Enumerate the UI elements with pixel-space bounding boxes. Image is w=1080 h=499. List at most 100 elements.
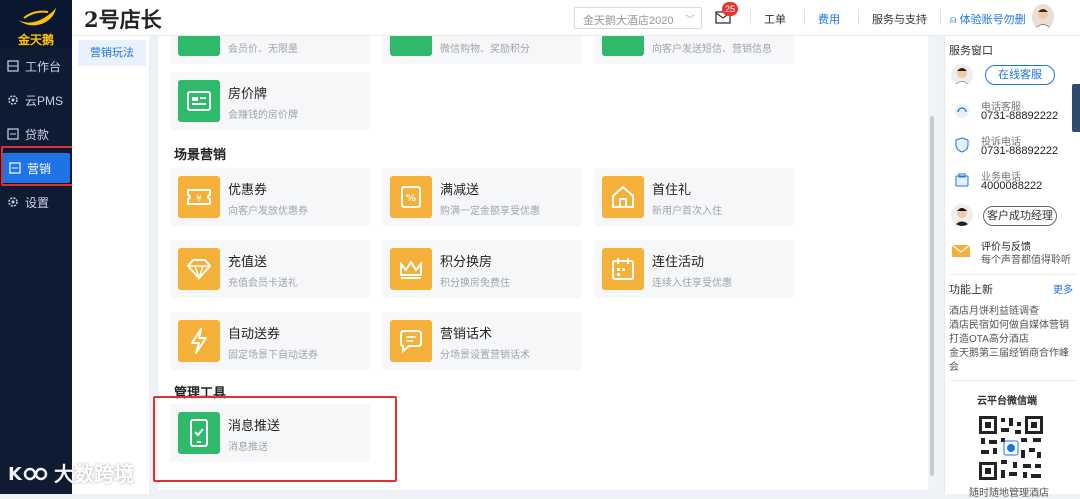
card-desc: 新用户首次入住	[652, 206, 722, 217]
percent-discount-icon: %	[401, 186, 421, 208]
brand-name: 金天鹅	[17, 33, 54, 47]
business-phone-value: 4000088222	[981, 180, 1043, 192]
divider	[949, 380, 1077, 381]
nav-label: 贷款	[25, 127, 50, 142]
link-service-support[interactable]: 服务与支持	[872, 11, 927, 27]
left-nav: 金天鹅 工作台 云PMS 贷款 营销 设置	[0, 0, 72, 494]
card-desc: 购满一定金额享受优惠	[440, 206, 540, 217]
scrollbar-thumb[interactable]	[930, 116, 934, 476]
swan-logo-icon	[18, 8, 56, 26]
svg-text:K: K	[8, 464, 23, 484]
avatar[interactable]	[1032, 4, 1054, 30]
qr-code-image	[977, 414, 1045, 482]
card-partial-2[interactable]: 微信购物、奖励积分	[382, 36, 582, 64]
highlight-box-message-push	[153, 396, 397, 482]
card-icon	[178, 36, 220, 56]
business-phone-icon	[953, 171, 971, 189]
card-recharge[interactable]: 充值送 充值会员卡送礼	[170, 240, 370, 298]
card-desc: 连续入住享受优惠	[652, 278, 732, 289]
news-item[interactable]: 打造OTA高分酒店	[949, 330, 1077, 345]
card-desc: 积分换房免费住	[440, 278, 510, 289]
user-account[interactable]: ⍝ 体验账号勿删	[950, 11, 1026, 27]
divider	[940, 9, 941, 25]
feedback-icon	[951, 242, 971, 260]
news-item[interactable]: 会	[949, 358, 1077, 373]
lightning-icon	[191, 328, 207, 354]
brand-logo[interactable]: 金天鹅	[0, 0, 72, 48]
card-icon-box: ¥	[178, 176, 220, 218]
online-service-button[interactable]: 在线客服	[985, 65, 1055, 85]
card-room-price[interactable]: 房价牌 会赚钱的房价牌	[170, 72, 370, 130]
card-icon	[602, 36, 644, 56]
subnav-item-marketing-play[interactable]: 营销玩法	[78, 40, 146, 66]
panel-collapse-tab[interactable]	[1072, 84, 1080, 132]
diamond-icon	[186, 259, 212, 280]
card-icon	[390, 36, 432, 56]
app-title: 2号店长	[84, 7, 162, 32]
watermark-logo-icon: K	[8, 464, 48, 484]
nav-item-loan[interactable]: 贷款	[0, 119, 72, 149]
watermark: K 大数跨境	[8, 458, 134, 487]
card-icon-box	[178, 248, 220, 290]
card-desc: 充值会员卡送礼	[228, 278, 298, 289]
card-first-stay[interactable]: 首住礼 新用户首次入住	[594, 168, 794, 226]
news-item[interactable]: 金天鹅第三届经销商合作峰	[949, 344, 1077, 359]
hotel-select-value: 金天鹅大酒店2020	[583, 15, 674, 27]
card-full-reduction[interactable]: % 满减送 购满一定金额享受优惠	[382, 168, 582, 226]
wechat-desc: 随时随地管理酒店	[969, 488, 1049, 499]
card-desc: 固定场景下自动送券	[228, 350, 318, 361]
right-service-panel: 服务窗口 在线客服 电话客服 0731-88892222 投诉电话 0731-8…	[944, 36, 1080, 499]
success-manager-button[interactable]: 客户成功经理	[983, 206, 1057, 226]
card-title: 优惠券	[228, 182, 268, 197]
price-board-icon	[187, 91, 211, 111]
news-item[interactable]: 酒店民宿如何做自媒体营销	[949, 316, 1077, 331]
card-desc: 向客户发放优惠券	[228, 206, 308, 217]
card-title: 满减送	[440, 182, 480, 197]
svg-text:%: %	[406, 193, 416, 204]
user-icon: ⍝	[950, 14, 957, 26]
card-icon-box	[602, 248, 644, 290]
link-fees[interactable]: 费用	[818, 11, 840, 27]
card-desc: 向客户发送短信、营销信息	[652, 44, 772, 55]
loan-icon	[6, 127, 20, 141]
nav-item-settings[interactable]: 设置	[0, 187, 72, 217]
card-partial-3[interactable]: 向客户发送短信、营销信息	[594, 36, 794, 64]
divider	[858, 9, 859, 25]
divider	[949, 274, 1077, 275]
card-icon-box	[602, 176, 644, 218]
card-partial-1[interactable]: 会员价、无限量	[170, 36, 370, 64]
card-coupon[interactable]: ¥ 优惠券 向客户发放优惠券	[170, 168, 370, 226]
top-header: 2号店长 金天鹅大酒店2020 ﹀ 25 工单 费用 服务与支持 ⍝ 体验账号勿…	[72, 0, 1080, 36]
card-desc: 会员价、无限量	[228, 44, 298, 55]
card-title: 房价牌	[228, 86, 268, 101]
card-icon-box	[178, 80, 220, 122]
section-scene-marketing: 场景营销	[174, 147, 227, 162]
sub-nav: 营销玩法	[72, 36, 150, 494]
nav-label: 云PMS	[25, 93, 64, 108]
card-icon-box: %	[390, 176, 432, 218]
nav-item-workbench[interactable]: 工作台	[0, 51, 72, 81]
watermark-text: 大数跨境	[54, 464, 134, 486]
card-desc: 分场景设置营销话术	[440, 350, 530, 361]
settings-icon	[6, 195, 20, 209]
phone-service-value: 0731-88892222	[981, 110, 1059, 122]
card-auto-coupon[interactable]: 自动送券 固定场景下自动送券	[170, 312, 370, 370]
nav-item-pms[interactable]: 云PMS	[0, 85, 72, 115]
card-continuous-stay[interactable]: 连住活动 连续入住享受优惠	[594, 240, 794, 298]
nav-label: 工作台	[25, 59, 62, 74]
calendar-icon	[612, 258, 634, 280]
news-item[interactable]: 酒店月饼利益链调查	[949, 302, 1077, 317]
crown-icon	[400, 260, 422, 279]
news-more-link[interactable]: 更多	[1053, 281, 1073, 296]
card-marketing-script[interactable]: 营销话术 分场景设置营销话术	[382, 312, 582, 370]
link-work-order[interactable]: 工单	[764, 11, 786, 27]
shield-icon	[953, 136, 971, 154]
nav-label: 设置	[25, 195, 50, 210]
divider	[750, 9, 751, 25]
workbench-icon	[6, 59, 20, 73]
hotel-select[interactable]: 金天鹅大酒店2020 ﹀	[574, 7, 702, 29]
user-name: 体验账号勿删	[959, 14, 1026, 26]
news-title: 功能上新	[949, 284, 993, 296]
feedback-desc: 每个声音都值得聆听	[981, 255, 1071, 266]
card-points-room[interactable]: 积分换房 积分换房免费住	[382, 240, 582, 298]
